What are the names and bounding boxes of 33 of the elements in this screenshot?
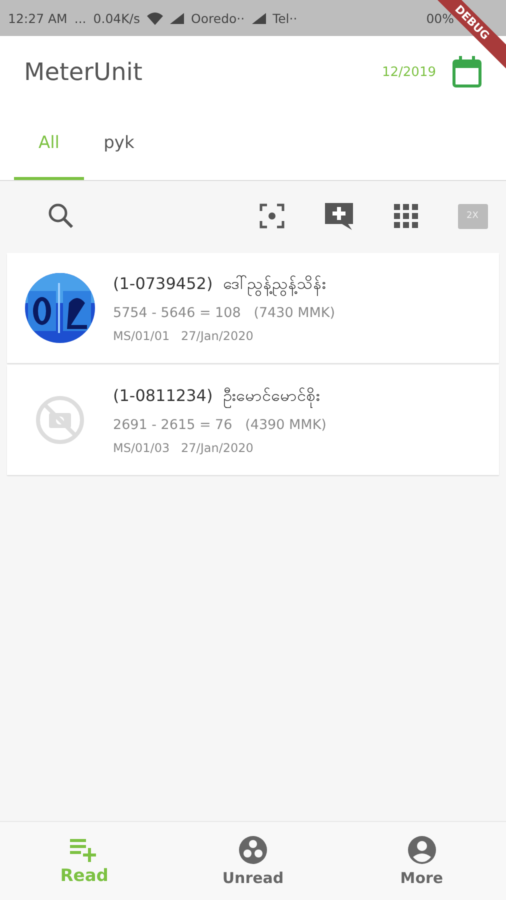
reading-card[interactable]: (1-0739452) ဒေါ်ညွန့်ညွန့်သိန်း 5754 - 5646 = 108 (7430 MMK) MS/01/01 27/Jan/2020 <box>7 253 499 363</box>
battery-percent: 00% <box>426 10 454 26</box>
meter-date: MS/01/01 27/Jan/2020 <box>113 329 254 343</box>
nav-label: More <box>400 869 444 887</box>
signal-icon <box>252 12 266 24</box>
calendar-icon[interactable] <box>452 56 482 88</box>
bubble-chart-icon <box>238 835 268 865</box>
status-time: 12:27 AM <box>8 10 68 26</box>
period-label: 12/2019 <box>382 64 436 80</box>
nav-label: Read <box>60 866 108 886</box>
search-icon[interactable] <box>48 203 74 229</box>
signal-icon <box>170 12 184 24</box>
add-comment-icon[interactable] <box>324 201 354 231</box>
tab[interactable]: pyk <box>84 108 154 180</box>
meter-date: MS/01/03 27/Jan/2020 <box>113 441 254 455</box>
app-title: MeterUnit <box>24 58 144 86</box>
wifi-icon <box>147 12 164 24</box>
no-photo-icon <box>35 395 85 445</box>
account-icon <box>406 835 437 865</box>
reading-calculation: 5754 - 5646 = 108 (7430 MMK) <box>113 305 336 321</box>
status-dots: ... <box>74 10 86 26</box>
nav-item[interactable]: Unread <box>168 822 338 900</box>
nav-label: Unread <box>222 869 284 887</box>
customer-name: (1-0739452) ဒေါ်ညွန့်ညွန့်သိန်း <box>113 273 336 297</box>
customer-name: (1-0811234) ဦးမောင်မောင်စိုး <box>113 385 326 409</box>
carrier-name: Ooredo·· <box>191 10 245 26</box>
grid-icon[interactable] <box>394 204 418 228</box>
focus-icon[interactable] <box>258 203 284 229</box>
network-speed: 0.04K/s <box>93 10 140 26</box>
reading-calculation: 2691 - 2615 = 76 (4390 MMK) <box>113 417 326 433</box>
nav-item[interactable]: More <box>337 822 506 900</box>
carrier-name: Tel·· <box>272 10 298 26</box>
reading-card[interactable]: (1-0811234) ဦးမောင်မောင်စိုး 2691 - 2615 = 76 (4390 MMK) MS/01/03 27/Jan/2020 <box>7 365 499 475</box>
